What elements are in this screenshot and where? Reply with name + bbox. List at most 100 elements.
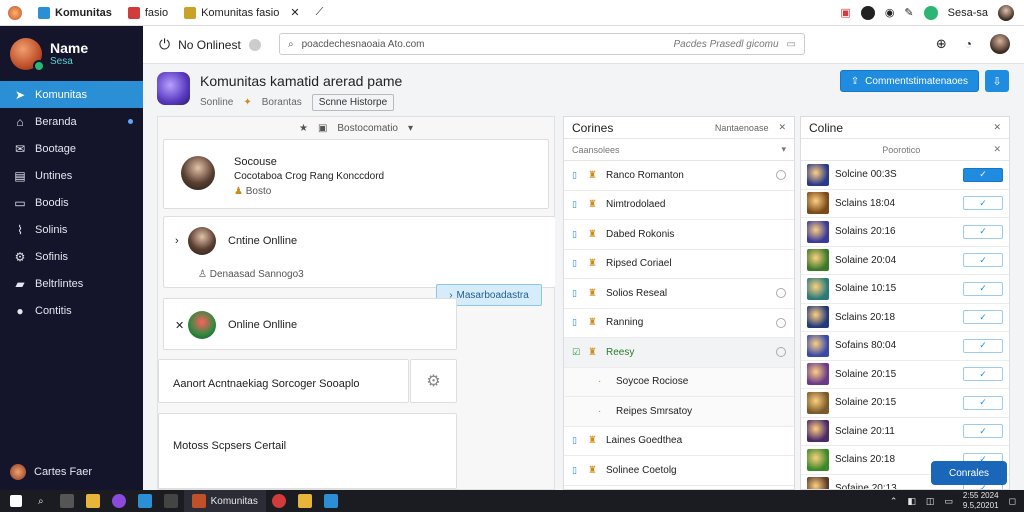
notes-card[interactable]: Motoss Scpsers Certail — [158, 413, 457, 489]
search-icon[interactable]: ⌕ — [38, 496, 44, 507]
store-icon[interactable] — [323, 494, 338, 508]
join-button[interactable]: ✓ — [963, 424, 1003, 439]
notification-icon[interactable]: ◻ — [1009, 496, 1016, 507]
clock[interactable]: 2:55 2024 9.5,20201 — [963, 491, 999, 511]
network-icon[interactable]: ◧ — [907, 496, 916, 507]
list-item[interactable]: Solcine 00:3S ✓ — [801, 161, 1009, 190]
radio-icon[interactable] — [776, 317, 786, 328]
sidebar-item-5[interactable]: ⌇ Solinis — [0, 216, 143, 243]
radio-icon[interactable] — [776, 347, 786, 358]
tools-icon[interactable] — [163, 494, 178, 508]
list-item[interactable]: ▯ ♜ Laines Goedthea — [564, 427, 794, 456]
sidebar-item-0[interactable]: ➤ Komunitas — [0, 81, 143, 108]
join-button[interactable]: ✓ — [963, 310, 1003, 325]
security-icon[interactable] — [137, 494, 152, 508]
checkbox-icon[interactable]: ▯ — [572, 465, 580, 476]
history-chip[interactable]: Scnne Historpe — [311, 94, 395, 111]
sidebar-item-3[interactable]: ▤ Untines — [0, 162, 143, 189]
sidebar-item-8[interactable]: ● Contitis — [0, 297, 143, 324]
close-icon[interactable]: ✕ — [778, 122, 786, 133]
sidebar-item-7[interactable]: ▰ Beltrlintes — [0, 270, 143, 297]
subnav-item[interactable]: Borantas — [262, 97, 302, 108]
join-button[interactable]: ✓ — [963, 281, 1003, 296]
search-input[interactable]: ⌕ poacdechesnaoaia Ato.com Pacdes Prased… — [279, 33, 805, 55]
list-item[interactable]: Solains 20:16 ✓ — [801, 218, 1009, 247]
windows-start-icon[interactable] — [10, 495, 22, 507]
bell-icon[interactable]: ◉ — [885, 6, 895, 19]
close-icon[interactable]: ✕ — [993, 144, 1001, 155]
compose-settings[interactable]: ⚙ — [410, 359, 457, 403]
list-item[interactable]: ▯ ♜ Dabed Rokonis — [564, 220, 794, 250]
browser-menu[interactable] — [0, 0, 30, 26]
radio-icon[interactable] — [776, 170, 786, 181]
online-card[interactable]: › Cntine Onlline ♙ Denaasad Sannogo3 — [163, 216, 555, 288]
chevron-up-icon[interactable]: ⌃ — [890, 496, 898, 507]
close-icon[interactable]: ✕ — [290, 6, 299, 19]
comment-button[interactable]: ⇪ Commentstimatenaoes — [839, 70, 979, 92]
sidebar-item-2[interactable]: ✉ Bootage — [0, 135, 143, 162]
join-button[interactable]: ✓ — [963, 395, 1003, 410]
checkbox-icon[interactable]: ▯ — [572, 317, 580, 328]
sidebar-item-1[interactable]: ⌂ Beranda — [0, 108, 143, 135]
list-item[interactable]: · Reipes Smrsatoy — [564, 397, 794, 427]
checkbox-icon[interactable]: ▯ — [572, 170, 580, 181]
new-tab-button[interactable]: ⟋ — [308, 0, 332, 26]
user-name[interactable]: Sesa-sa — [948, 7, 988, 19]
list-item[interactable]: Solaine 20:04 ✓ — [801, 247, 1009, 275]
list-item[interactable]: ▯ ♜ Ranco Romanton — [564, 161, 794, 191]
list-item[interactable]: ▯ ♜ Solios Reseal — [564, 279, 794, 309]
media-icon[interactable] — [271, 494, 286, 508]
filter-icon[interactable]: ▣ — [318, 123, 327, 134]
join-button[interactable]: ✓ — [963, 224, 1003, 239]
download-button[interactable]: ⇩ — [985, 70, 1009, 92]
checkbox-checked-icon[interactable]: ☑ — [572, 347, 580, 358]
volume-icon[interactable]: ◫ — [926, 496, 935, 507]
gift-icon[interactable]: ▣ — [840, 6, 850, 19]
checkbox-icon[interactable]: ▯ — [572, 288, 580, 299]
bell-icon[interactable]: ◔ — [965, 37, 972, 51]
avatar[interactable] — [990, 34, 1010, 54]
list-item[interactable]: Solaine 20:15 ✓ — [801, 361, 1009, 389]
checkbox-icon[interactable]: ▯ — [572, 229, 580, 240]
list-item[interactable]: ▯ ♜ Ripsed Coriael — [564, 250, 794, 279]
subnav-item[interactable]: Sonline — [200, 97, 233, 108]
explorer-icon[interactable] — [85, 494, 100, 508]
star-icon[interactable]: ★ — [299, 123, 308, 134]
list-item[interactable]: Solaine 10:15 ✓ — [801, 275, 1009, 304]
join-button[interactable]: ✓ — [963, 338, 1003, 353]
close-icon[interactable]: ✕ — [175, 319, 184, 332]
checkbox-icon[interactable]: ▯ — [572, 258, 580, 269]
list-item[interactable]: ☑ ♜ Reesy — [564, 338, 794, 368]
task-view-icon[interactable] — [59, 494, 74, 508]
online-card[interactable]: ✕ Online Onlline — [163, 298, 457, 350]
avatar[interactable] — [998, 4, 1014, 21]
list-item[interactable]: Sofains 80:04 ✓ — [801, 332, 1009, 361]
sidebar-profile[interactable]: Name Sesa — [0, 26, 143, 81]
list-item[interactable]: Sclaine 20:11 ✓ — [801, 418, 1009, 446]
checkbox-icon[interactable]: ▯ — [572, 199, 580, 210]
tab-0[interactable]: Komunitas — [30, 0, 120, 26]
list-item[interactable]: ▯ ♜ Solinee Coetolg — [564, 456, 794, 486]
post-card[interactable]: Socouse Cocotaboa Crog Rang Konccdord ♟ … — [163, 139, 549, 209]
chevron-right-icon[interactable]: › — [175, 235, 179, 247]
sidebar-footer-item[interactable]: Cartes Faer — [10, 464, 92, 480]
filter-label[interactable]: Bostocomatio — [337, 123, 398, 134]
close-icon[interactable]: ✕ — [993, 122, 1001, 133]
list-item[interactable]: Solaine 20:15 ✓ — [801, 389, 1009, 418]
list-item[interactable]: Sclains 18:04 ✓ — [801, 190, 1009, 218]
list-item[interactable]: Sclains 20:18 ✓ — [801, 304, 1009, 332]
sidebar-item-4[interactable]: ▭ Boodis — [0, 189, 143, 216]
join-button[interactable]: ✓ — [963, 196, 1003, 211]
float-action-button[interactable]: Conrales — [931, 461, 1007, 485]
chevron-down-icon[interactable]: ▾ — [781, 144, 786, 155]
join-button[interactable]: ✓ — [963, 367, 1003, 382]
list-item[interactable]: · Soycoe Rociose — [564, 367, 794, 397]
chevron-down-icon[interactable]: ▾ — [408, 123, 413, 134]
join-button[interactable]: ✓ — [963, 167, 1003, 182]
taskbar-app[interactable]: Komunitas — [183, 490, 266, 512]
settings-icon[interactable] — [860, 5, 875, 20]
clipboard-icon[interactable]: ▭ — [787, 39, 796, 50]
radio-icon[interactable] — [776, 288, 786, 299]
list-item[interactable]: ▯ ♜ Nimtrodolaed — [564, 191, 794, 220]
compose-card[interactable]: Aanort Acntnaekiag Sorcoger Sooaplo — [158, 359, 409, 403]
